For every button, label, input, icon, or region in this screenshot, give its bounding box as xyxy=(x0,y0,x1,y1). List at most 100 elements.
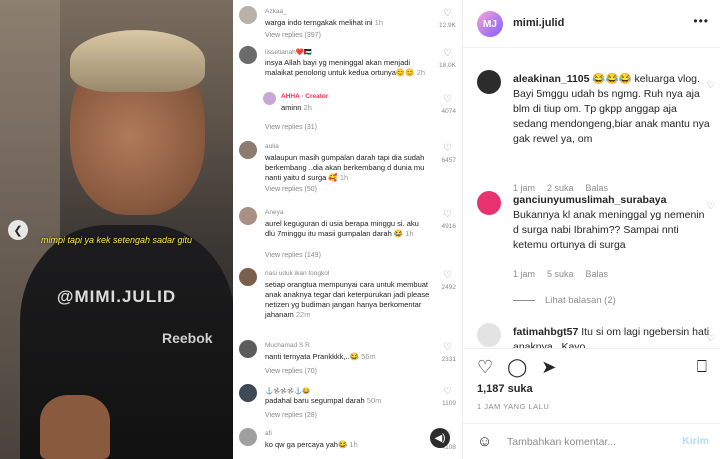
shirt-brand: Reebok xyxy=(162,330,213,346)
list-item: lissetianah❤️🇵🇸 insya Allah bayi yg meni… xyxy=(239,46,458,88)
comment-text: ganciunyumuslimah_surabaya Bukannya kl a… xyxy=(513,194,705,251)
comment-text: aurel keguguran di usia berapa minggu si… xyxy=(265,219,419,238)
avatar xyxy=(239,207,257,225)
list-item: Aneya aurel keguguran di usia berapa min… xyxy=(239,207,458,263)
post-side-panel: MJ mimi.julid ••• aleakinan_1105 😂😂😂 kel… xyxy=(462,0,720,459)
more-options-icon[interactable]: ••• xyxy=(693,14,709,28)
like-heart-icon[interactable]: ♡ xyxy=(477,357,493,378)
comment-user[interactable]: ganciunyumuslimah_surabaya xyxy=(513,194,666,206)
share-send-icon[interactable]: ➤ xyxy=(541,357,556,378)
view-replies[interactable]: View replies (397) xyxy=(265,32,321,39)
heart-icon[interactable]: ♡ xyxy=(707,201,715,212)
comment-user: afi xyxy=(265,430,272,437)
like-count: 2331 xyxy=(441,356,456,363)
comment-meta: 1 jam 5 suka Balas xyxy=(513,269,609,279)
like-count: 12,9K xyxy=(439,22,456,29)
instagram-post-view: Reebok mimpi tapi ya kek setengah sadar … xyxy=(0,0,720,459)
comment-text: warga indo terngakak melihat ini 1h xyxy=(265,18,383,27)
comment-text: insya Allah bayi yg meninggal akan menja… xyxy=(265,58,426,77)
comment-text: aminn 2h xyxy=(281,103,312,112)
watermark: @MIMI.JULID xyxy=(56,287,177,306)
list-item: aulia walaupun masih gumpalan darah tapi… xyxy=(239,141,458,199)
avatar[interactable] xyxy=(477,191,501,215)
list-item: ganciunyumuslimah_surabaya Bukannya kl a… xyxy=(477,191,715,291)
comment-user: Muchamad S R xyxy=(265,342,310,349)
previous-arrow-icon[interactable]: ❮ xyxy=(8,220,28,240)
list-item: fatimahbgt57 Itu si om lagi ngebersin ha… xyxy=(477,323,715,348)
heart-icon[interactable]: ♡ xyxy=(443,8,452,19)
post-actions: ♡ ◯ ➤ ⎕ 1,187 suka 1 JAM YANG LALU ☺ Kir… xyxy=(463,348,720,459)
list-item: Muchamad S R nanti ternyata Prankkkk,..😂… xyxy=(239,340,458,380)
avatar xyxy=(239,141,257,159)
avatar[interactable] xyxy=(477,323,501,347)
add-comment-bar: ☺ Kirim xyxy=(463,423,720,459)
likes-count[interactable]: 1,187 suka xyxy=(477,383,533,395)
comment-user: lissetianah❤️🇵🇸 xyxy=(265,49,312,56)
bookmark-icon[interactable]: ⎕ xyxy=(697,357,707,377)
list-item: Azkaa_ warga indo terngakak melihat ini … xyxy=(239,6,458,40)
avatar[interactable] xyxy=(477,70,501,94)
video-frame: Reebok mimpi tapi ya kek setengah sadar … xyxy=(0,0,233,459)
avatar xyxy=(239,6,257,24)
comment-text: padahal baru segumpal darah 50m xyxy=(265,396,382,405)
post-image: Reebok mimpi tapi ya kek setengah sadar … xyxy=(0,0,462,459)
comment-text: nanti ternyata Prankkkk,..😂 56m xyxy=(265,352,376,361)
like-count: 6457 xyxy=(441,157,456,164)
comment-text: fatimahbgt57 Itu si om lagi ngebersin ha… xyxy=(513,326,710,348)
heart-icon[interactable]: ♡ xyxy=(443,143,452,154)
heart-icon[interactable]: ♡ xyxy=(443,94,452,105)
comment-user: Azkaa_ xyxy=(265,8,287,15)
comment-user: AHHA · Creator xyxy=(281,93,329,100)
like-count: 2492 xyxy=(441,284,456,291)
like-count: 4074 xyxy=(441,108,456,115)
list-item: nasi uduk ikan tongkol setiap orangtua m… xyxy=(239,268,458,332)
comment-user: Aneya xyxy=(265,209,284,216)
heart-icon[interactable]: ♡ xyxy=(707,333,715,344)
like-count: 4916 xyxy=(441,223,456,230)
comment-user: ⚓️𖣘𖣘𖣘⚓️😂 xyxy=(265,388,311,395)
account-name[interactable]: mimi.julid xyxy=(513,17,564,29)
emoji-icon[interactable]: ☺ xyxy=(477,433,492,450)
account-avatar[interactable]: MJ xyxy=(477,11,503,37)
list-item: ⚓️𖣘𖣘𖣘⚓️😂 padahal baru segumpal darah 50m… xyxy=(239,384,458,424)
heart-icon[interactable]: ♡ xyxy=(443,386,452,397)
view-replies-button[interactable]: Lihat balasan (2) xyxy=(513,295,616,306)
heart-icon[interactable]: ♡ xyxy=(443,209,452,220)
avatar xyxy=(239,268,257,286)
heart-icon[interactable]: ♡ xyxy=(443,270,452,281)
heart-icon[interactable]: ♡ xyxy=(443,48,452,59)
reply-button[interactable]: Balas xyxy=(586,269,609,279)
comment-text: setiap orangtua mempunyai cara untuk mem… xyxy=(265,280,430,319)
comments-list: aleakinan_1105 😂😂😂 keluarga vlog. Bayi 5… xyxy=(463,48,720,348)
avatar xyxy=(239,384,257,402)
send-button[interactable]: Kirim xyxy=(682,435,709,447)
post-header: MJ mimi.julid ••• xyxy=(463,0,720,48)
avatar xyxy=(263,92,276,105)
avatar xyxy=(239,428,257,446)
comment-bubble-icon[interactable]: ◯ xyxy=(507,357,527,378)
list-item: afi ko qw ga percaya yah😂 1h ♡ 4108 xyxy=(239,428,458,458)
view-replies[interactable]: View replies (149) xyxy=(265,252,321,259)
like-count: 18,0K xyxy=(439,62,456,69)
view-replies[interactable]: View replies (31) xyxy=(265,124,317,131)
comment-user: nasi uduk ikan tongkol xyxy=(265,270,330,277)
tiktok-comments: Azkaa_ warga indo terngakak melihat ini … xyxy=(233,0,462,459)
comment-text: ko qw ga percaya yah😂 1h xyxy=(265,440,358,449)
heart-icon[interactable]: ♡ xyxy=(707,80,715,91)
avatar xyxy=(239,46,257,64)
comment-user: aulia xyxy=(265,143,279,150)
comment-text: aleakinan_1105 😂😂😂 keluarga vlog. Bayi 5… xyxy=(513,73,710,145)
comment-input[interactable] xyxy=(507,434,667,450)
view-replies[interactable]: View replies (28) xyxy=(265,412,317,419)
video-subtitle: mimpi tapi ya kek setengah sadar gitu xyxy=(40,235,193,245)
view-replies[interactable]: View replies (70) xyxy=(265,368,317,375)
list-item: aleakinan_1105 😂😂😂 keluarga vlog. Bayi 5… xyxy=(477,70,715,193)
comment-user[interactable]: aleakinan_1105 xyxy=(513,73,589,85)
view-replies[interactable]: View replies (50) xyxy=(265,186,317,193)
list-item: View replies (31) xyxy=(239,124,458,136)
avatar xyxy=(239,340,257,358)
sound-icon[interactable]: ◀) xyxy=(430,428,450,448)
comment-user[interactable]: fatimahbgt57 xyxy=(513,326,578,338)
heart-icon[interactable]: ♡ xyxy=(443,342,452,353)
post-timestamp: 1 JAM YANG LALU xyxy=(477,402,550,411)
